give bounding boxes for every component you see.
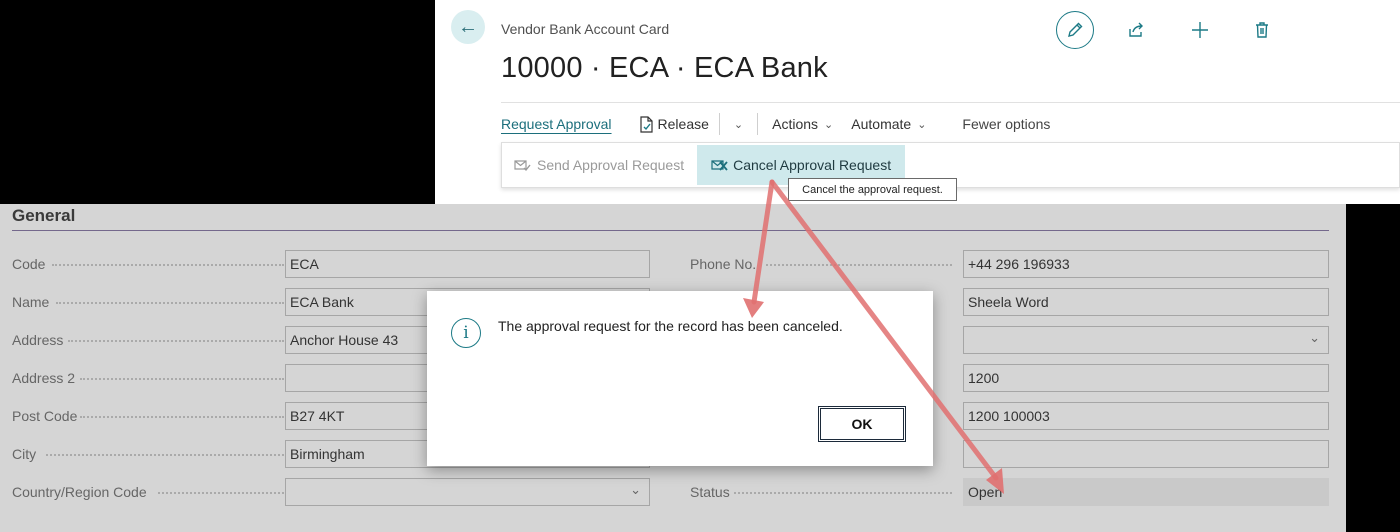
field-label: Status xyxy=(690,484,730,500)
pencil-icon[interactable] xyxy=(1056,11,1094,49)
header-divider xyxy=(501,102,1400,103)
page-caption: Vendor Bank Account Card xyxy=(501,21,670,37)
field-label: Post Code xyxy=(12,408,78,424)
section-title: General xyxy=(12,206,76,225)
dot-leader xyxy=(68,340,284,342)
field-label: City xyxy=(12,446,37,462)
section-divider xyxy=(12,230,1329,231)
phone-no-input[interactable]: +44 296 196933 xyxy=(963,250,1329,278)
field-label: Address xyxy=(12,332,64,348)
release-button[interactable]: Release xyxy=(639,115,709,133)
fewer-options-link[interactable]: Fewer options xyxy=(962,116,1050,132)
back-arrow-icon[interactable]: ← xyxy=(451,10,485,44)
ok-button[interactable]: OK xyxy=(818,406,906,442)
field-label: Country/Region Code xyxy=(12,484,147,500)
trash-icon[interactable] xyxy=(1243,11,1281,49)
dot-leader xyxy=(158,492,284,494)
release-label: Release xyxy=(657,116,709,132)
field-label: Name xyxy=(12,294,50,310)
chevron-down-icon: ⌄ xyxy=(824,118,834,131)
field-country-region-code: Country/Region Code ⌄ xyxy=(12,478,650,506)
automate-label: Automate xyxy=(851,116,912,132)
document-check-icon xyxy=(639,115,653,133)
plus-icon[interactable] xyxy=(1181,11,1219,49)
code-input[interactable]: ECA xyxy=(285,250,650,278)
chevron-down-icon[interactable]: ⌄ xyxy=(734,118,743,131)
dot-leader xyxy=(52,264,284,266)
cancel-mail-icon xyxy=(711,160,728,171)
card-header-panel: ← Vendor Bank Account Card 10000 · ECA ·… xyxy=(435,0,1400,204)
field-status: Status Open xyxy=(690,478,1329,506)
dot-leader xyxy=(734,492,952,494)
contact-input[interactable]: Sheela Word xyxy=(963,288,1329,316)
field-label: Address 2 xyxy=(12,370,76,386)
bank-branch-no-input[interactable]: 1200 xyxy=(963,364,1329,392)
chevron-down-icon: ⌄ xyxy=(1309,330,1320,345)
dot-leader xyxy=(46,454,284,456)
bank-account-no-input[interactable]: 1200 100003 xyxy=(963,402,1329,430)
action-bar: Request Approval Release ⌄ Actions ⌄ Aut… xyxy=(501,112,1050,136)
dot-leader xyxy=(80,416,284,418)
separator xyxy=(757,113,759,135)
dropdown-select[interactable]: ⌄ xyxy=(963,326,1329,354)
page-title: 10000 · ECA · ECA Bank xyxy=(501,52,828,84)
field-phone-no: Phone No. +44 296 196933 xyxy=(690,250,1329,278)
info-icon: i xyxy=(451,318,481,348)
dialog-message: The approval request for the record has … xyxy=(498,318,843,334)
separator xyxy=(718,113,720,135)
request-approval-tab[interactable]: Request Approval xyxy=(501,116,612,132)
dot-leader xyxy=(766,264,952,266)
dot-leader xyxy=(80,378,284,380)
field-code: Code ECA xyxy=(12,250,650,278)
country-region-code-select[interactable]: ⌄ xyxy=(285,478,650,506)
cancel-approval-label: Cancel Approval Request xyxy=(733,157,892,173)
send-approval-request-button[interactable]: Send Approval Request xyxy=(502,143,697,187)
chevron-down-icon: ⌄ xyxy=(630,482,641,497)
share-icon[interactable] xyxy=(1117,11,1155,49)
empty-input[interactable] xyxy=(963,440,1329,468)
actions-label: Actions xyxy=(772,116,819,132)
tooltip: Cancel the approval request. xyxy=(788,178,957,201)
message-dialog: i The approval request for the record ha… xyxy=(427,291,933,466)
automate-menu[interactable]: Automate ⌄ xyxy=(851,116,926,132)
field-label: Code xyxy=(12,256,46,272)
chevron-down-icon: ⌄ xyxy=(917,118,927,131)
send-mail-icon xyxy=(514,160,531,172)
send-approval-label: Send Approval Request xyxy=(537,157,685,173)
dot-leader xyxy=(56,302,284,304)
actions-menu[interactable]: Actions ⌄ xyxy=(772,116,833,132)
status-value: Open xyxy=(963,478,1329,506)
field-label: Phone No. xyxy=(690,256,757,272)
